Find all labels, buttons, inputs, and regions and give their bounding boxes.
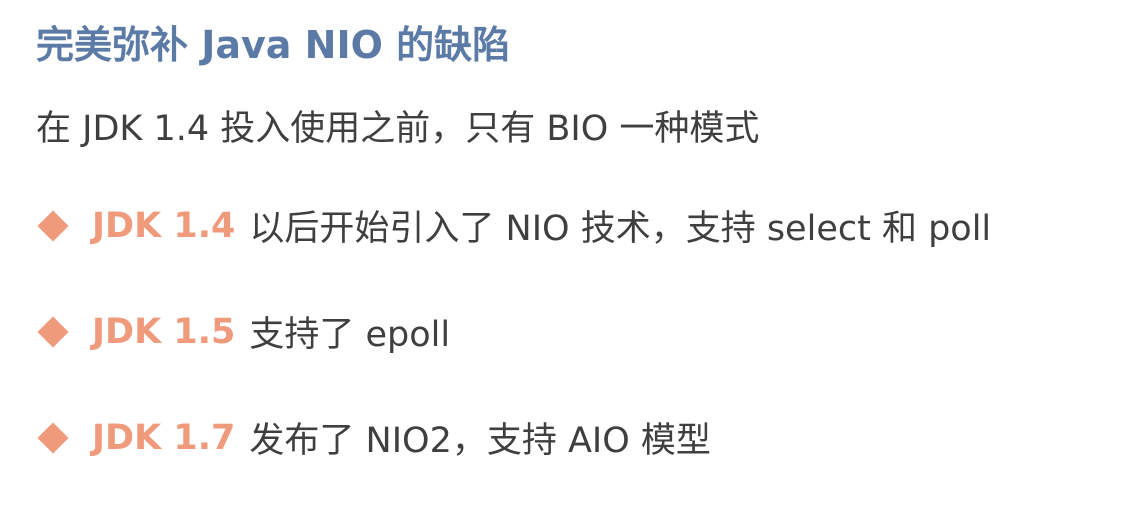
intro-text: 在 JDK 1.4 投入使用之前，只有 BIO 一种模式: [36, 109, 760, 149]
version-label: JDK 1.7: [92, 417, 236, 458]
list-item-jdk-1-4: JDK 1.4 以后开始引入了 NIO 技术，支持 select 和 poll: [36, 200, 991, 251]
diamond-icon: [37, 421, 69, 454]
page-title: 完美弥补 Java NIO 的缺陷: [36, 23, 511, 67]
version-label: JDK 1.4: [92, 205, 236, 246]
diamond-icon: [37, 315, 69, 348]
bullet-text: 支持了 epoll: [249, 315, 451, 355]
list-item-jdk-1-7: JDK 1.7 发布了 NIO2，支持 AIO 模型: [36, 412, 711, 463]
version-label: JDK 1.5: [92, 311, 236, 352]
diamond-icon: [37, 209, 69, 242]
list-item-jdk-1-5: JDK 1.5 支持了 epoll: [36, 306, 450, 357]
bullet-text: 发布了 NIO2，支持 AIO 模型: [249, 421, 711, 461]
bullet-text: 以后开始引入了 NIO 技术，支持 select 和 poll: [249, 209, 992, 249]
